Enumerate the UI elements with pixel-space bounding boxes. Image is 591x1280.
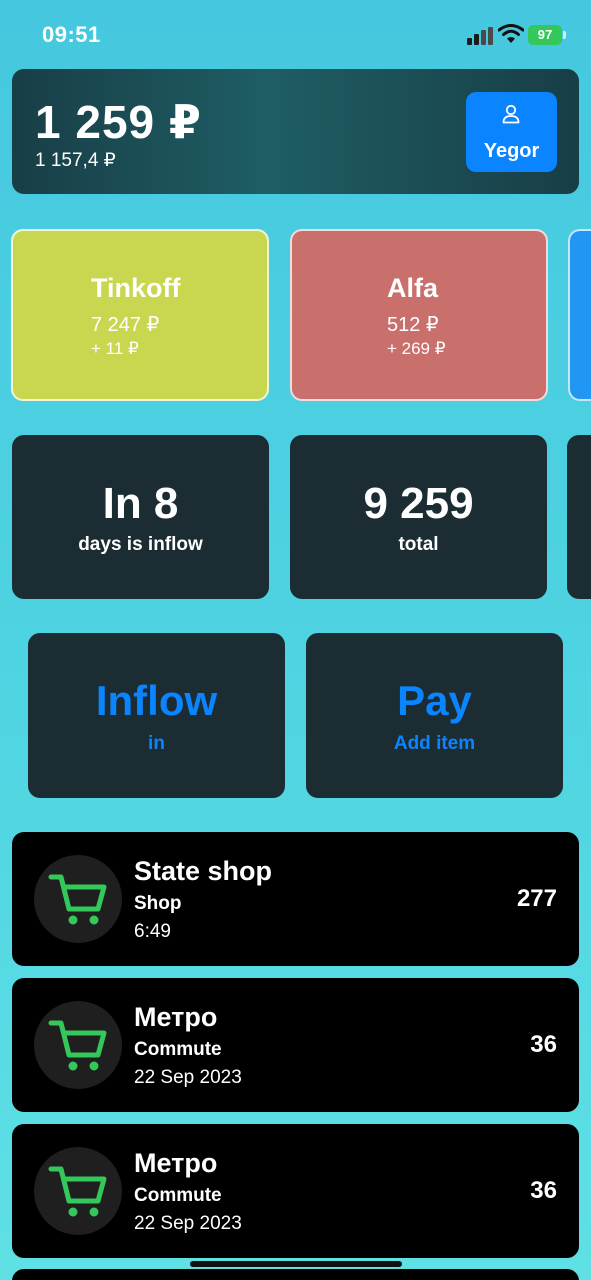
account-amount: 512 ₽ bbox=[387, 314, 439, 336]
total-card: 9 259 total bbox=[290, 435, 547, 599]
account-delta: + 11 ₽ bbox=[91, 339, 139, 358]
home-indicator[interactable] bbox=[190, 1261, 402, 1267]
cart-icon bbox=[34, 1147, 122, 1235]
transaction-amount: 36 bbox=[530, 1177, 557, 1204]
inflow-button[interactable]: Inflow in bbox=[28, 633, 285, 798]
status-bar: 09:51 97 bbox=[0, 0, 591, 70]
profile-button-label: Yegor bbox=[483, 140, 540, 162]
transaction-category: Commute bbox=[134, 1185, 222, 1206]
pay-button[interactable]: Pay Add item bbox=[306, 633, 563, 798]
stat-card-next bbox=[567, 435, 591, 599]
account-name: Alfa bbox=[387, 273, 439, 303]
account-card-next[interactable] bbox=[568, 229, 591, 401]
account-card-alfa[interactable]: Alfa 512 ₽ + 269 ₽ bbox=[290, 229, 548, 401]
account-delta: + 269 ₽ bbox=[387, 339, 446, 358]
action-title: Pay bbox=[397, 677, 472, 724]
transaction-date: 6:49 bbox=[134, 921, 171, 942]
transaction-row-next[interactable] bbox=[12, 1269, 579, 1280]
action-title: Inflow bbox=[95, 677, 218, 724]
status-time: 09:51 bbox=[42, 22, 101, 47]
cart-icon bbox=[34, 855, 122, 943]
transaction-title: Метро bbox=[134, 1002, 218, 1032]
account-amount: 7 247 ₽ bbox=[91, 314, 160, 336]
action-subtitle: Add item bbox=[393, 733, 476, 754]
transaction-amount: 36 bbox=[530, 1031, 557, 1058]
transaction-row[interactable]: State shop Shop 6:49 277 bbox=[12, 832, 579, 966]
transaction-date: 22 Sep 2023 bbox=[134, 1067, 242, 1088]
balance-secondary: 1 157,4 ₽ bbox=[35, 150, 116, 171]
action-subtitle: in bbox=[148, 733, 165, 754]
person-icon bbox=[501, 104, 521, 124]
transaction-category: Commute bbox=[134, 1039, 222, 1060]
transaction-amount: 277 bbox=[516, 885, 557, 912]
account-name: Tinkoff bbox=[91, 273, 181, 303]
stat-value: In 8 bbox=[102, 479, 179, 528]
profile-button[interactable]: Yegor bbox=[466, 92, 557, 172]
stat-caption: days is inflow bbox=[78, 534, 203, 555]
balance-card: 1 259 ₽ 1 157,4 ₽ Yegor bbox=[12, 69, 579, 194]
battery-level: 97 bbox=[528, 25, 562, 45]
wifi-icon bbox=[497, 24, 525, 44]
inflow-countdown-card: In 8 days is inflow bbox=[12, 435, 269, 599]
transaction-row[interactable]: Метро Commute 22 Sep 2023 36 bbox=[12, 978, 579, 1112]
transaction-date: 22 Sep 2023 bbox=[134, 1213, 242, 1234]
battery-icon: 97 bbox=[528, 25, 566, 45]
stat-value: 9 259 bbox=[363, 479, 474, 528]
transaction-title: State shop bbox=[134, 856, 273, 886]
transaction-title: Метро bbox=[134, 1148, 218, 1178]
cellular-signal-icon bbox=[467, 27, 493, 45]
transaction-category: Shop bbox=[134, 893, 182, 914]
total-balance: 1 259 ₽ bbox=[35, 96, 202, 148]
stat-caption: total bbox=[398, 534, 439, 555]
transaction-row[interactable]: Метро Commute 22 Sep 2023 36 bbox=[12, 1124, 579, 1258]
account-card-tinkoff[interactable]: Tinkoff 7 247 ₽ + 11 ₽ bbox=[11, 229, 269, 401]
cart-icon bbox=[34, 1001, 122, 1089]
